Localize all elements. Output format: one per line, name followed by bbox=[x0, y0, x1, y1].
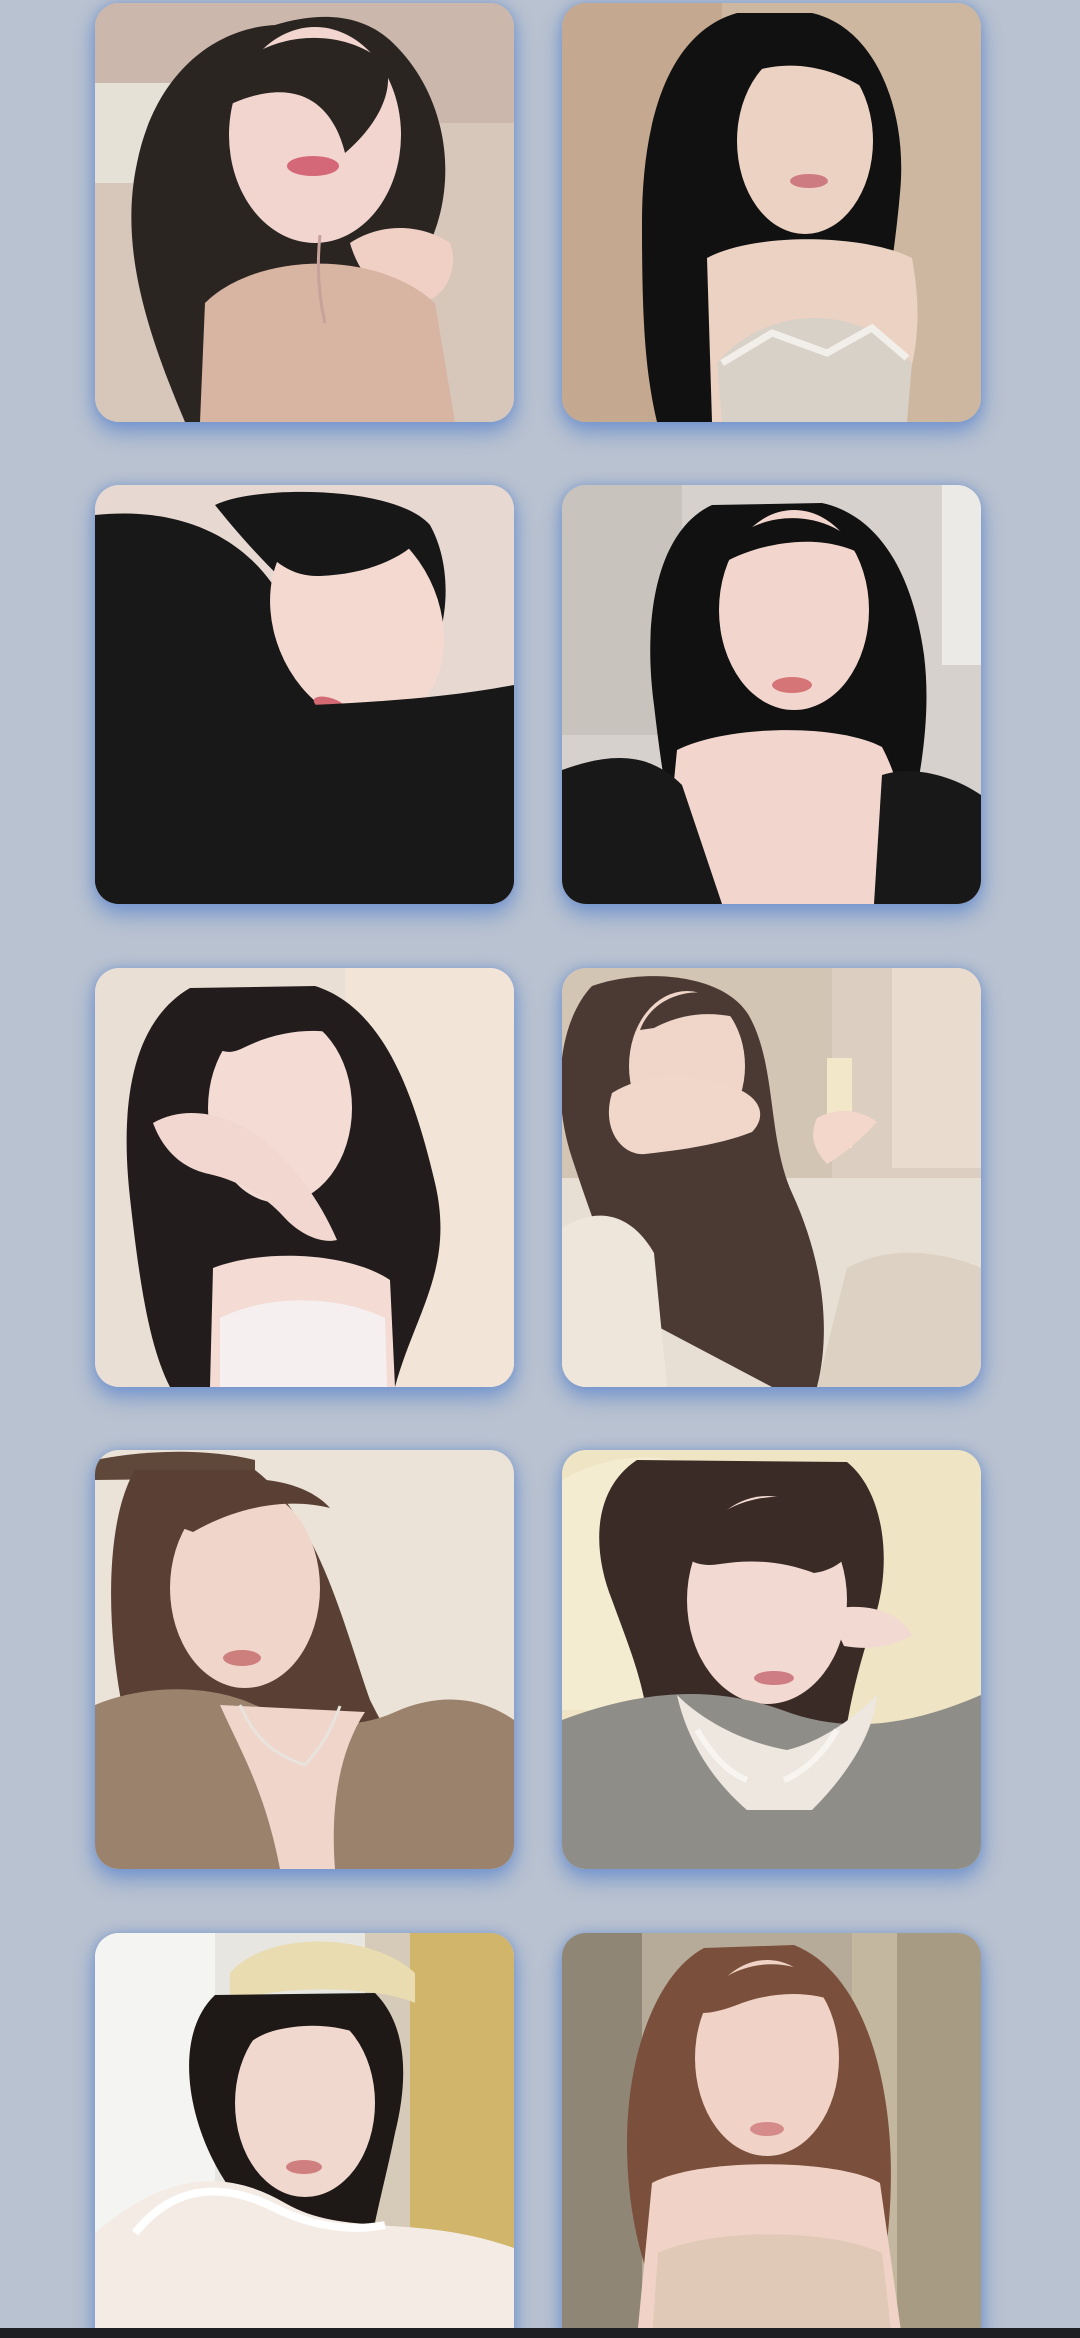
photo-card[interactable] bbox=[95, 1933, 514, 2338]
portrait-photo bbox=[562, 1450, 981, 1869]
system-navigation-bar bbox=[0, 2328, 1080, 2338]
portrait-photo bbox=[562, 485, 981, 904]
portrait-photo bbox=[562, 968, 981, 1387]
photo-card[interactable] bbox=[562, 1450, 981, 1869]
photo-card[interactable] bbox=[562, 485, 981, 904]
portrait-photo bbox=[562, 3, 981, 422]
portrait-photo bbox=[95, 1450, 514, 1869]
portrait-photo bbox=[95, 1933, 514, 2338]
photo-card[interactable] bbox=[562, 3, 981, 422]
portrait-photo bbox=[95, 3, 514, 422]
portrait-photo bbox=[562, 1933, 981, 2338]
photo-gallery-grid bbox=[0, 0, 1080, 2338]
portrait-photo bbox=[95, 968, 514, 1387]
photo-card[interactable] bbox=[95, 3, 514, 422]
photo-card[interactable] bbox=[562, 1933, 981, 2338]
portrait-photo bbox=[95, 485, 514, 904]
photo-card[interactable] bbox=[95, 1450, 514, 1869]
photo-card[interactable] bbox=[95, 485, 514, 904]
photo-card[interactable] bbox=[95, 968, 514, 1387]
photo-card[interactable] bbox=[562, 968, 981, 1387]
